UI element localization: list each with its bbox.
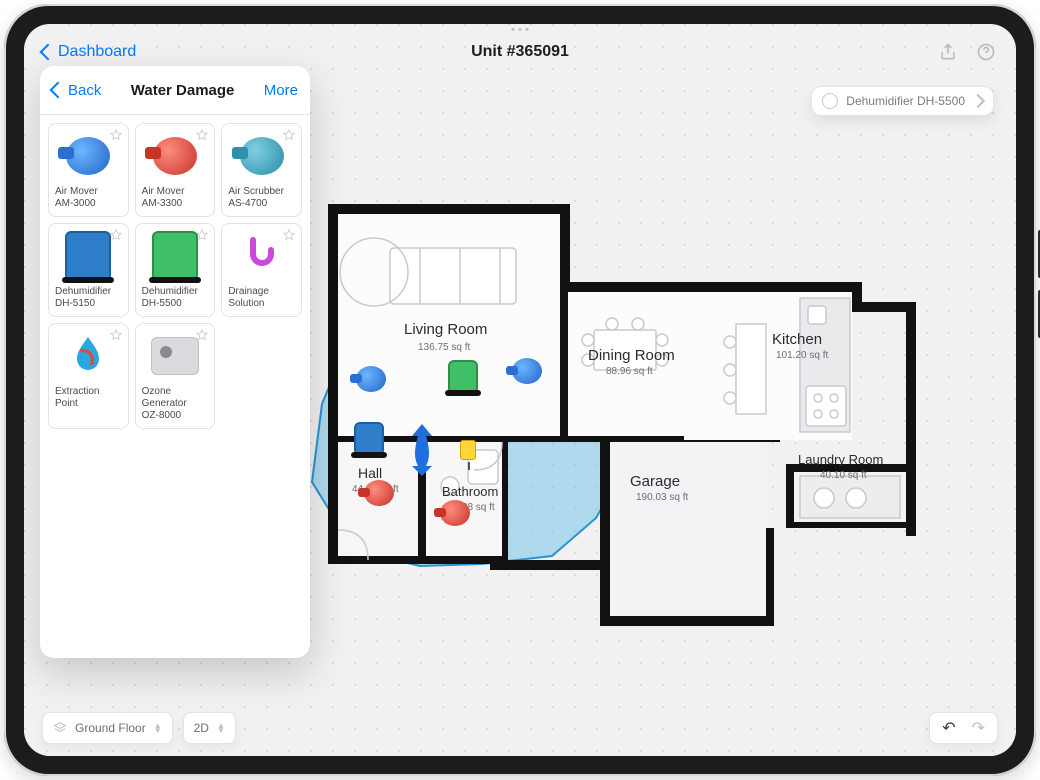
floor-plan[interactable]: Living Room 136.75 sq ft Dining Room 88.… [300, 174, 956, 642]
panel-back-button[interactable]: Back [52, 82, 101, 99]
share-button[interactable] [936, 40, 960, 64]
floor-selector[interactable]: Ground Floor ▲▼ [42, 712, 173, 744]
chevron-left-icon [40, 43, 57, 60]
multitask-grabber[interactable] [512, 28, 529, 31]
equipment-name: Dehumidifier [142, 286, 209, 298]
stepper-icon: ▲▼ [154, 723, 162, 733]
placed-dehumidifier-blue[interactable] [354, 422, 384, 456]
screen: Dashboard Unit #365091 Dehumidifier DH-5… [24, 24, 1016, 756]
equipment-model: AS-4700 [228, 198, 295, 210]
equipment-model: DH-5150 [55, 298, 122, 310]
placed-air-mover-red-2[interactable] [440, 500, 470, 526]
favorite-star-icon[interactable] [282, 128, 296, 142]
equipment-name: Drainage [228, 286, 295, 298]
ipad-device: Dashboard Unit #365091 Dehumidifier DH-5… [0, 0, 1040, 780]
garage-label: Garage [630, 473, 680, 490]
undo-redo-group: ↶ ↷ [929, 712, 998, 744]
equipment-name: Air Mover [142, 186, 209, 198]
help-icon [976, 42, 996, 62]
equipment-name: Air Mover [55, 186, 122, 198]
bottom-bar: Ground Floor ▲▼ 2D ▲▼ ↶ ↷ [24, 700, 1016, 756]
equipment-model: Solution [228, 298, 295, 310]
share-icon [938, 42, 958, 62]
info-icon [822, 93, 838, 109]
moisture-meter-icon[interactable] [460, 440, 478, 464]
equipment-card[interactable]: Air ScrubberAS-4700 [221, 123, 302, 217]
equipment-card[interactable]: DrainageSolution [221, 223, 302, 317]
help-button[interactable] [974, 40, 998, 64]
equipment-model: AM-3000 [55, 198, 122, 210]
equipment-model: DH-5500 [142, 298, 209, 310]
selected-equipment-label: Dehumidifier DH-5500 [846, 94, 965, 108]
favorite-star-icon[interactable] [282, 228, 296, 242]
equipment-panel: Back Water Damage More Air MoverAM-3000A… [40, 66, 310, 658]
top-actions [936, 40, 998, 64]
equipment-card[interactable]: DehumidifierDH-5150 [48, 223, 129, 317]
breadcrumb-label: Dashboard [58, 43, 136, 61]
page-title: Unit #365091 [24, 43, 1016, 61]
breadcrumb-dashboard[interactable]: Dashboard [42, 43, 136, 61]
laundry-area: 40.10 sq ft [820, 470, 867, 481]
equipment-name: Ozone Generator [142, 386, 209, 410]
kitchen-area: 101.20 sq ft [776, 350, 828, 361]
view-mode-label: 2D [194, 721, 209, 735]
chevron-left-icon [50, 81, 67, 98]
panel-back-label: Back [68, 82, 101, 99]
equipment-card[interactable]: Ozone GeneratorOZ-8000 [135, 323, 216, 429]
panel-title: Water Damage [131, 82, 235, 99]
selected-equipment-pill[interactable]: Dehumidifier DH-5500 [811, 86, 994, 116]
drag-direction-arrow[interactable] [402, 418, 442, 483]
hall-label: Hall [358, 465, 382, 481]
undo-button[interactable]: ↶ [942, 718, 955, 738]
favorite-star-icon[interactable] [109, 128, 123, 142]
chevron-right-icon [971, 94, 985, 108]
placed-air-mover-blue-1[interactable] [356, 366, 386, 392]
equipment-card[interactable]: Air MoverAM-3300 [135, 123, 216, 217]
equipment-card[interactable]: Extraction Point [48, 323, 129, 429]
panel-more-button[interactable]: More [264, 82, 298, 99]
bathroom-label: Bathroom [442, 484, 498, 499]
placed-air-mover-red-1[interactable] [364, 480, 394, 506]
equipment-model: AM-3300 [142, 198, 209, 210]
view-mode-toggle[interactable]: 2D ▲▼ [183, 712, 236, 744]
equipment-panel-header: Back Water Damage More [40, 66, 310, 115]
equipment-name: Extraction Point [55, 386, 122, 410]
favorite-star-icon[interactable] [195, 128, 209, 142]
laundry-label: Laundry Room [798, 452, 883, 467]
equipment-card[interactable]: DehumidifierDH-5500 [135, 223, 216, 317]
stepper-icon: ▲▼ [217, 723, 225, 733]
equipment-grid: Air MoverAM-3000Air MoverAM-3300Air Scru… [40, 115, 310, 437]
favorite-star-icon[interactable] [109, 328, 123, 342]
living-room-area: 136.75 sq ft [418, 342, 470, 353]
garage-area: 190.03 sq ft [636, 492, 688, 503]
redo-button[interactable]: ↷ [972, 718, 985, 738]
equipment-name: Air Scrubber [228, 186, 295, 198]
equipment-name: Dehumidifier [55, 286, 122, 298]
living-room-label: Living Room [404, 321, 487, 338]
layers-icon [53, 721, 67, 735]
equipment-card[interactable]: Air MoverAM-3000 [48, 123, 129, 217]
equipment-model: OZ-8000 [142, 410, 209, 422]
kitchen-label: Kitchen [772, 331, 822, 348]
dining-room-area: 88.96 sq ft [606, 366, 653, 377]
dining-room-label: Dining Room [588, 347, 675, 364]
floor-label: Ground Floor [75, 721, 146, 735]
placed-dehumidifier-green[interactable] [448, 360, 478, 394]
placed-air-mover-blue-2[interactable] [512, 358, 542, 384]
